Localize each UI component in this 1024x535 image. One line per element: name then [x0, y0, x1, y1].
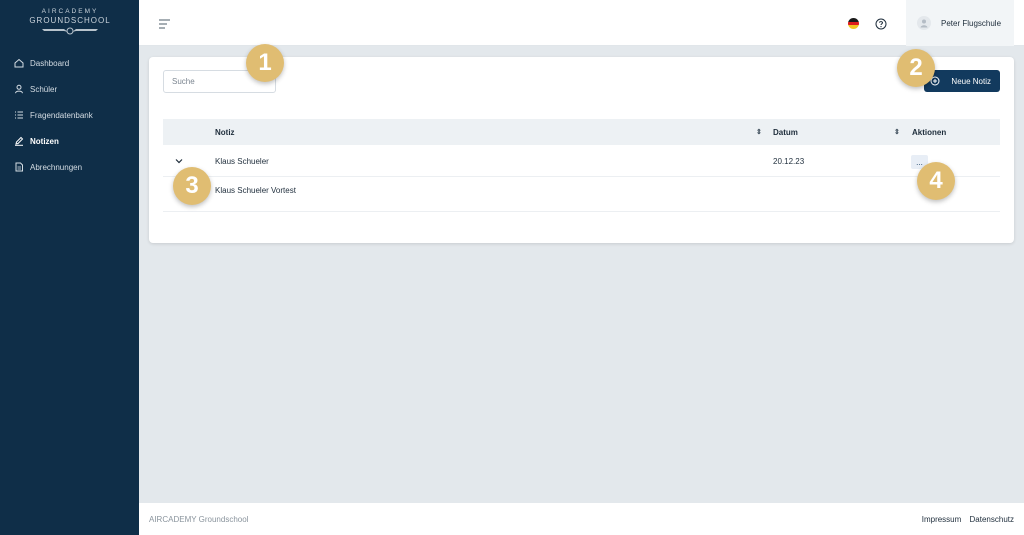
logo-wings-icon — [42, 27, 98, 35]
note-detail-text: Klaus Schueler Vortest — [215, 186, 296, 195]
sidebar-item-label: Abrechnungen — [30, 162, 83, 172]
column-header-datum[interactable]: Datum — [773, 128, 798, 137]
sidebar-item-label: Dashboard — [30, 58, 70, 68]
callout-badge-2: 2 — [897, 49, 935, 87]
logo-line-1: AIRCADEMY — [41, 8, 99, 15]
sidebar-item-notizen[interactable]: Notizen — [0, 128, 139, 154]
sidebar-nav: Dashboard Schüler Fragendatenbank Notize… — [0, 50, 139, 180]
sidebar-item-dashboard[interactable]: Dashboard — [0, 50, 139, 76]
sort-datum-icon[interactable]: ⇕ — [894, 128, 900, 136]
impressum-link[interactable]: Impressum — [922, 515, 962, 524]
datenschutz-link[interactable]: Datenschutz — [970, 515, 1014, 524]
new-note-label: Neue Notiz — [951, 76, 991, 86]
column-header-notiz[interactable]: Notiz — [215, 128, 235, 137]
sidebar-item-abrechnungen[interactable]: Abrechnungen — [0, 154, 139, 180]
sidebar: AIRCADEMY GROUNDSCHOOL Dashboard Schüler… — [0, 0, 139, 535]
sidebar-item-label: Schüler — [30, 84, 58, 94]
help-icon[interactable] — [875, 17, 887, 30]
sort-notiz-icon[interactable]: ⇕ — [756, 128, 762, 136]
home-icon — [14, 58, 24, 68]
callout-badge-3: 3 — [173, 167, 211, 205]
table-row[interactable]: Klaus Schueler 20.12.23 ... — [163, 145, 1000, 177]
new-note-button[interactable]: Neue Notiz — [924, 70, 1000, 92]
pencil-icon — [14, 136, 24, 146]
footer: AIRCADEMY Groundschool Impressum Datensc… — [139, 503, 1024, 535]
footer-brand: AIRCADEMY Groundschool — [149, 515, 249, 524]
note-date: 20.12.23 — [773, 157, 805, 166]
chevron-down-icon[interactable] — [175, 157, 183, 165]
top-bar: Peter Flugschule — [139, 0, 1024, 46]
table-row-detail: Klaus Schueler Vortest — [163, 177, 1000, 212]
sidebar-item-schueler[interactable]: Schüler — [0, 76, 139, 102]
footer-links: Impressum Datenschutz — [916, 515, 1014, 524]
user-menu[interactable]: Peter Flugschule — [906, 0, 1014, 46]
logo-line-2: GROUNDSCHOOL — [29, 16, 111, 25]
sidebar-item-label: Notizen — [30, 136, 59, 146]
logo[interactable]: AIRCADEMY GROUNDSCHOOL — [22, 8, 118, 42]
note-title: Klaus Schueler — [215, 157, 269, 166]
callout-badge-1: 1 — [246, 44, 284, 82]
table-header: Notiz ⇕ Datum ⇕ Aktionen — [163, 119, 1000, 145]
notes-card: Neue Notiz Notiz ⇕ Datum ⇕ Aktionen Klau… — [149, 57, 1014, 243]
document-icon — [14, 162, 24, 172]
user-icon — [14, 84, 24, 94]
sidebar-item-fragendatenbank[interactable]: Fragendatenbank — [0, 102, 139, 128]
notes-table: Notiz ⇕ Datum ⇕ Aktionen Klaus Schueler … — [163, 119, 1000, 212]
sidebar-item-label: Fragendatenbank — [30, 110, 93, 120]
menu-toggle-icon[interactable] — [158, 17, 172, 29]
list-icon — [14, 110, 24, 120]
column-header-aktionen: Aktionen — [912, 128, 947, 137]
avatar — [917, 16, 931, 30]
user-avatar-icon — [920, 19, 928, 28]
german-flag-icon[interactable] — [848, 18, 859, 29]
callout-badge-4: 4 — [917, 162, 955, 200]
user-name: Peter Flugschule — [941, 18, 1002, 28]
